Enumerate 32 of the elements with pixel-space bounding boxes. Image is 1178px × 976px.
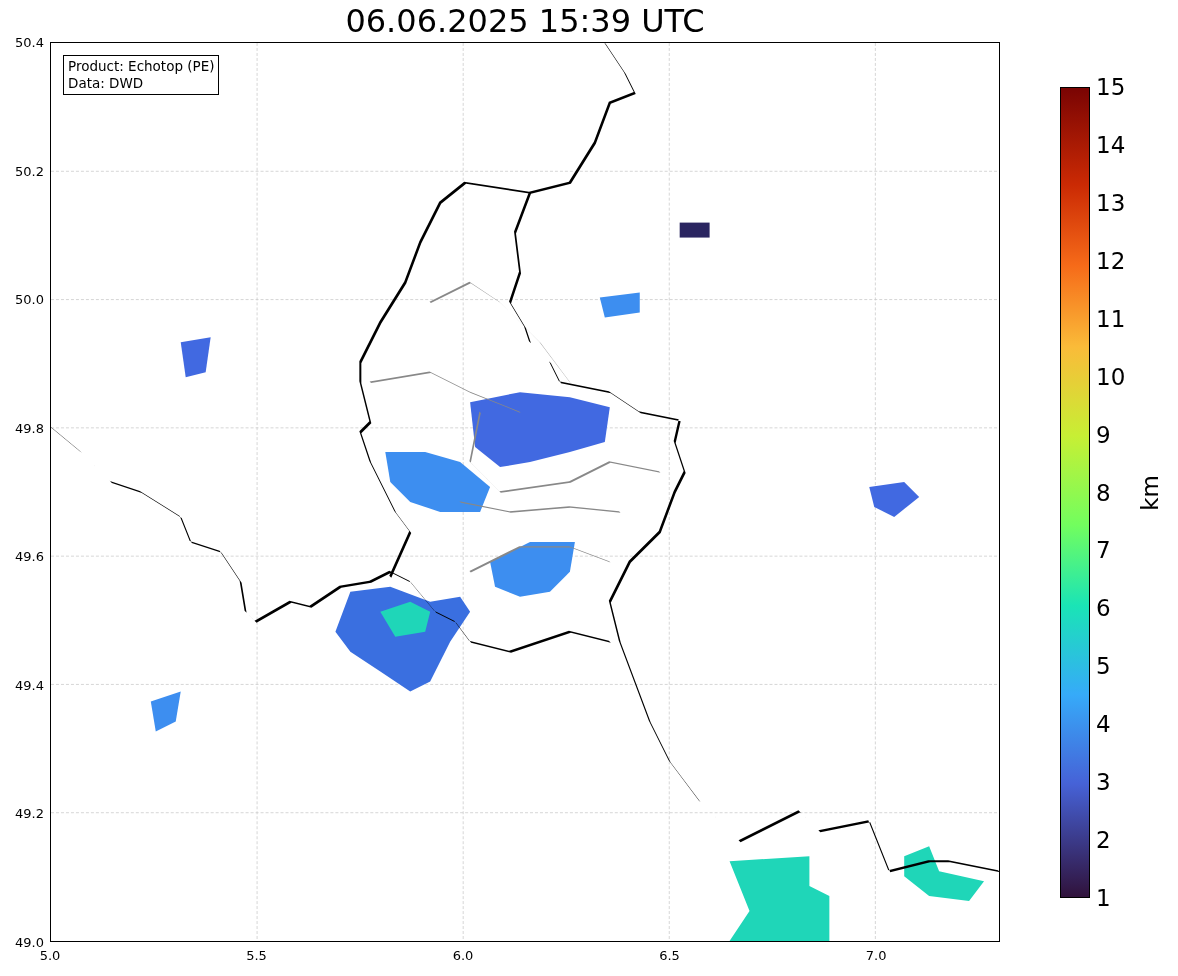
- colorbar-tick-label: 3: [1096, 769, 1111, 796]
- y-tick-label: 49.6: [15, 548, 44, 564]
- colorbar-tick-label: 9: [1096, 421, 1111, 448]
- colorbar-tick-label: 11: [1096, 305, 1126, 332]
- colorbar-tick-label: 8: [1096, 479, 1111, 506]
- chart-title: 06.06.2025 15:39 UTC: [344, 1, 706, 42]
- y-tick-label: 49.0: [15, 934, 44, 950]
- y-tick-label: 49.8: [15, 420, 44, 436]
- colorbar-tick-label: 12: [1096, 247, 1126, 274]
- x-tick-label: 5.0: [39, 948, 61, 963]
- x-tick-label: 5.5: [246, 948, 267, 963]
- x-tick-label: 6.0: [452, 948, 474, 963]
- legend-text: Product: Echotop (PE): [68, 58, 215, 75]
- colorbar-tick-label: 10: [1096, 363, 1126, 390]
- colorbar-tick-label: 13: [1096, 189, 1126, 216]
- legend-text: Data: DWD: [68, 75, 145, 92]
- colorbar-tick-label: 1: [1096, 885, 1111, 911]
- y-tick-label: 49.4: [15, 677, 44, 693]
- x-tick-label: 6.5: [659, 948, 680, 963]
- colorbar-tick-label: 2: [1096, 827, 1111, 854]
- colorbar-tick-label: 6: [1096, 595, 1111, 622]
- x-tick-label: 7.0: [865, 948, 887, 963]
- colorbar-tick-label: 7: [1096, 537, 1111, 564]
- colorbar-tick-label: 14: [1096, 131, 1126, 158]
- y-tick-label: 50.0: [15, 291, 44, 307]
- y-tick-label: 49.2: [15, 805, 44, 821]
- colorbar-tick-label: 4: [1096, 711, 1111, 738]
- colorbar-tick-label: 15: [1096, 74, 1126, 100]
- colorbar-tick-label: 5: [1096, 653, 1111, 680]
- colorbar-label: km: [1136, 474, 1163, 511]
- y-tick-label: 50.2: [15, 163, 44, 179]
- y-tick-label: 50.4: [15, 34, 44, 50]
